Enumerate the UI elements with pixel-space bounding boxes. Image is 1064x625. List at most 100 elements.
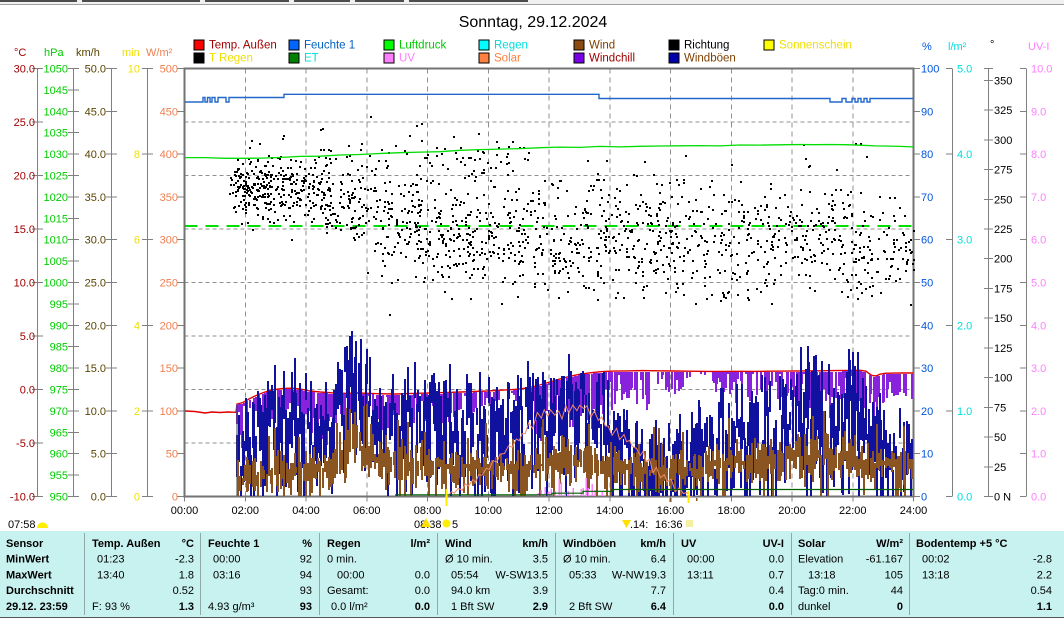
svg-text:Feuchte 1: Feuchte 1: [208, 538, 259, 550]
svg-text:Solar: Solar: [494, 53, 521, 65]
svg-text:07:58: 07:58: [8, 519, 36, 531]
svg-text:1.3: 1.3: [179, 601, 194, 613]
svg-text:-10.0: -10.0: [10, 492, 35, 504]
svg-text:200: 200: [994, 254, 1012, 266]
svg-text:W/m²: W/m²: [876, 538, 903, 550]
svg-text:2.9: 2.9: [533, 601, 548, 613]
svg-text:0.0: 0.0: [415, 569, 430, 581]
svg-text:60: 60: [921, 235, 933, 247]
svg-text:Tag:0 min.: Tag:0 min.: [798, 585, 849, 597]
svg-text:W-NW: W-NW: [612, 569, 645, 581]
svg-text:3.0: 3.0: [1031, 363, 1046, 375]
svg-text:km/h: km/h: [522, 538, 548, 550]
svg-text:0.0: 0.0: [769, 554, 784, 566]
svg-text:0.4: 0.4: [769, 585, 784, 597]
svg-text:UV-I: UV-I: [1028, 41, 1049, 53]
svg-text:10.0: 10.0: [85, 406, 106, 418]
svg-text:13.5: 13.5: [527, 569, 548, 581]
svg-text:5.0: 5.0: [1031, 278, 1046, 290]
svg-text:25: 25: [994, 462, 1006, 474]
svg-text:.14:: .14:: [630, 519, 648, 531]
svg-text:10:00: 10:00: [474, 505, 502, 517]
svg-text:80: 80: [921, 149, 933, 161]
svg-text:8.0: 8.0: [1031, 149, 1046, 161]
svg-text:10: 10: [921, 449, 933, 461]
svg-text:300: 300: [160, 235, 178, 247]
svg-text:Ø 10 min.: Ø 10 min.: [563, 554, 611, 566]
svg-text:0: 0: [921, 492, 927, 504]
svg-text:UV: UV: [399, 53, 415, 65]
svg-text:5: 5: [452, 519, 458, 531]
svg-text:30.0: 30.0: [85, 235, 106, 247]
svg-text:4.93 g/m³: 4.93 g/m³: [208, 601, 255, 613]
svg-text:l/m²: l/m²: [948, 41, 967, 53]
svg-text:03:16: 03:16: [213, 569, 241, 581]
svg-text:-2.8: -2.8: [1033, 554, 1052, 566]
svg-text:275: 275: [994, 165, 1012, 177]
svg-text:0.0 l/m²: 0.0 l/m²: [331, 601, 368, 613]
svg-text:9.0: 9.0: [1031, 106, 1046, 118]
svg-text:8: 8: [134, 149, 140, 161]
svg-text:325: 325: [994, 105, 1012, 117]
svg-text:0.0: 0.0: [415, 601, 430, 613]
svg-text:-2.3: -2.3: [175, 554, 194, 566]
svg-text:1045: 1045: [44, 85, 68, 97]
svg-text:40.0: 40.0: [85, 149, 106, 161]
svg-text:16:36: 16:36: [655, 519, 683, 531]
svg-text:Solar: Solar: [798, 538, 826, 550]
svg-text:W/m²: W/m²: [146, 47, 173, 59]
svg-text:2.0: 2.0: [1031, 406, 1046, 418]
svg-text:93: 93: [300, 601, 312, 613]
svg-text:Sonntag, 29.12.2024: Sonntag, 29.12.2024: [459, 14, 608, 31]
svg-text:Luftdruck: Luftdruck: [399, 40, 447, 52]
svg-text:10: 10: [128, 64, 140, 76]
svg-text:100: 100: [160, 406, 178, 418]
svg-text:06:00: 06:00: [353, 505, 381, 517]
svg-text:965: 965: [50, 427, 68, 439]
svg-text:1040: 1040: [44, 106, 68, 118]
svg-text:13:18: 13:18: [922, 569, 950, 581]
svg-text:3.5: 3.5: [533, 554, 548, 566]
svg-text:0 min.: 0 min.: [327, 554, 357, 566]
svg-text:18:00: 18:00: [717, 505, 745, 517]
svg-text:%: %: [922, 41, 932, 53]
svg-text:25.0: 25.0: [14, 117, 35, 129]
svg-text:20.0: 20.0: [85, 320, 106, 332]
svg-text:150: 150: [160, 363, 178, 375]
svg-text:04:00: 04:00: [292, 505, 320, 517]
svg-text:13:40: 13:40: [97, 569, 125, 581]
svg-text:175: 175: [994, 283, 1012, 295]
svg-text:1.8: 1.8: [179, 569, 194, 581]
svg-text:Ø 10 min.: Ø 10 min.: [445, 554, 493, 566]
svg-text:16:00: 16:00: [657, 505, 685, 517]
svg-text:44: 44: [891, 585, 903, 597]
svg-text:970: 970: [50, 406, 68, 418]
svg-text:Sonnenschein: Sonnenschein: [779, 40, 852, 52]
svg-text:°C: °C: [182, 538, 194, 550]
svg-text:1 Bft SW: 1 Bft SW: [451, 601, 495, 613]
svg-text:7.7: 7.7: [651, 585, 666, 597]
svg-text:01:23: 01:23: [97, 554, 125, 566]
svg-text:00:00: 00:00: [171, 505, 199, 517]
svg-text:08:00: 08:00: [414, 505, 442, 517]
svg-text:300: 300: [994, 135, 1012, 147]
svg-text:Gesamt:: Gesamt:: [327, 585, 369, 597]
svg-text:45.0: 45.0: [85, 106, 106, 118]
svg-text:50.0: 50.0: [85, 64, 106, 76]
svg-text:5.0: 5.0: [957, 64, 972, 76]
svg-text:3.9: 3.9: [533, 585, 548, 597]
svg-text:00:00: 00:00: [337, 569, 365, 581]
svg-text:29.12. 23:59: 29.12. 23:59: [6, 601, 68, 613]
svg-text:92: 92: [300, 554, 312, 566]
svg-text:T Regen: T Regen: [209, 53, 253, 65]
svg-text:10.0: 10.0: [14, 278, 35, 290]
svg-text:94.0 km: 94.0 km: [451, 585, 490, 597]
svg-text:Regen: Regen: [327, 538, 361, 550]
svg-text:MinWert: MinWert: [6, 554, 50, 566]
svg-text:13:18: 13:18: [808, 569, 836, 581]
svg-text:Windchill: Windchill: [589, 53, 635, 65]
svg-text:24:00: 24:00: [900, 505, 928, 517]
svg-text:00:00: 00:00: [213, 554, 241, 566]
svg-text:-5.0: -5.0: [16, 438, 35, 450]
svg-text:2 Bft SW: 2 Bft SW: [569, 601, 613, 613]
